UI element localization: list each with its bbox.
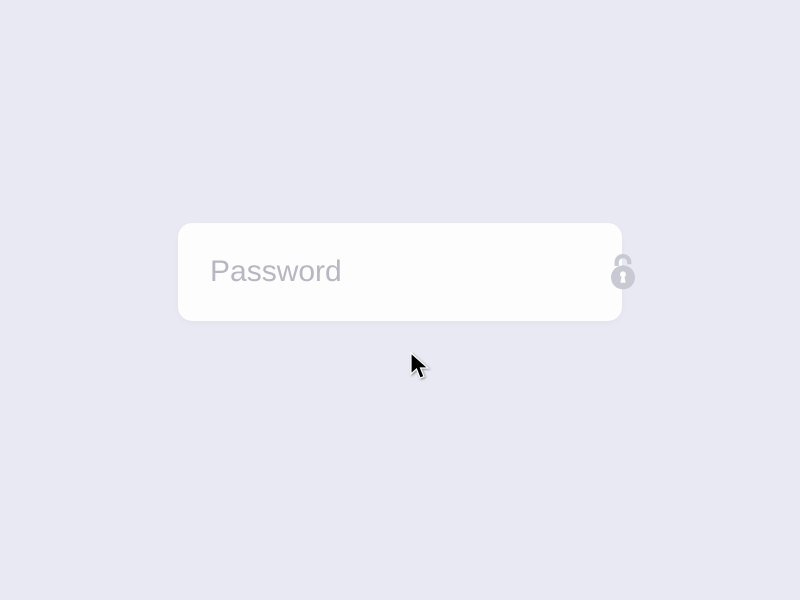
cursor-icon	[410, 352, 430, 380]
password-input-container	[178, 223, 622, 321]
unlock-icon	[608, 254, 638, 290]
password-input[interactable]	[210, 255, 596, 289]
